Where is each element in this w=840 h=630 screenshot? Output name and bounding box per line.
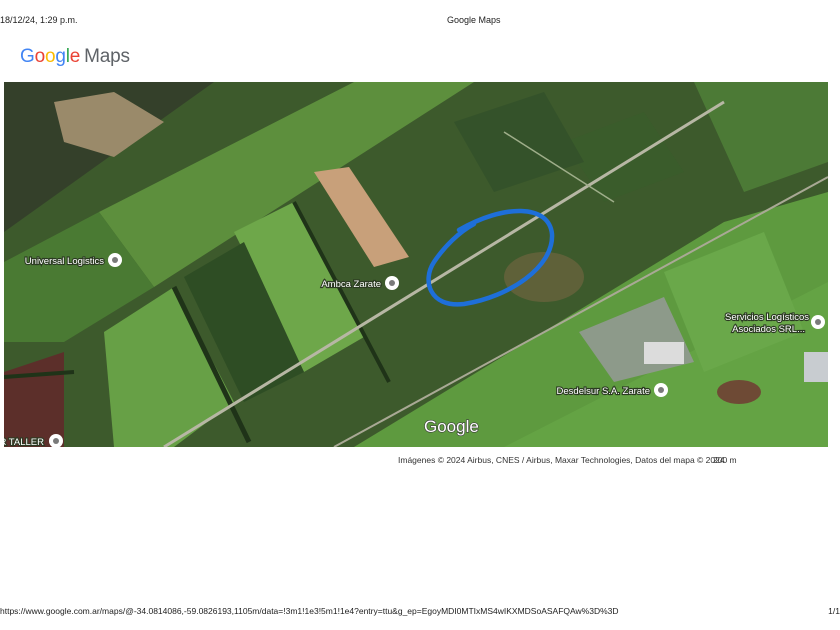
logo-letter: o (34, 46, 46, 67)
warehouse-roof (644, 342, 684, 364)
place-pin-dot-icon (112, 257, 118, 263)
place-label[interactable]: Asociados SRL... (731, 323, 806, 336)
place-label[interactable]: Ambca Zarate (320, 278, 382, 291)
pond (717, 380, 761, 404)
place-label[interactable]: AR TALLER (4, 436, 45, 447)
map-attribution: Imágenes © 2024 Airbus, CNES / Airbus, M… (398, 455, 725, 465)
google-watermark: Google (424, 417, 479, 436)
satellite-imagery[interactable]: Google Universal Logistics Ambca Zarate … (4, 82, 828, 447)
map-scale: 200 m (713, 455, 737, 465)
logo-letter: o (44, 46, 56, 67)
warehouse-roof (804, 352, 828, 382)
place-label[interactable]: Desdelsur S.A. Zarate (555, 385, 651, 398)
google-maps-logo: Google Maps (20, 46, 130, 68)
logo-letter: e (69, 46, 81, 67)
logo-letter: G (20, 46, 35, 67)
place-label[interactable]: Universal Logistics (24, 255, 106, 268)
place-pin-dot-icon (53, 438, 59, 444)
print-datetime: 18/12/24, 1:29 p.m. (0, 15, 78, 25)
satellite-map[interactable]: Google Universal Logistics Ambca Zarate … (4, 82, 828, 447)
print-url: https://www.google.com.ar/maps/@-34.0814… (0, 606, 619, 616)
place-pin-ambca-zarate[interactable]: Ambca Zarate (320, 276, 399, 291)
place-label[interactable]: Servicios Logísticos (724, 311, 810, 324)
logo-maps-word: Maps (84, 46, 130, 67)
logo-letter: g (55, 46, 66, 67)
print-page-title: Google Maps (447, 15, 501, 25)
print-page-number: 1/1 (828, 606, 840, 616)
place-pin-dot-icon (658, 387, 664, 393)
place-pin-dot-icon (815, 319, 821, 325)
place-pin-dot-icon (389, 280, 395, 286)
